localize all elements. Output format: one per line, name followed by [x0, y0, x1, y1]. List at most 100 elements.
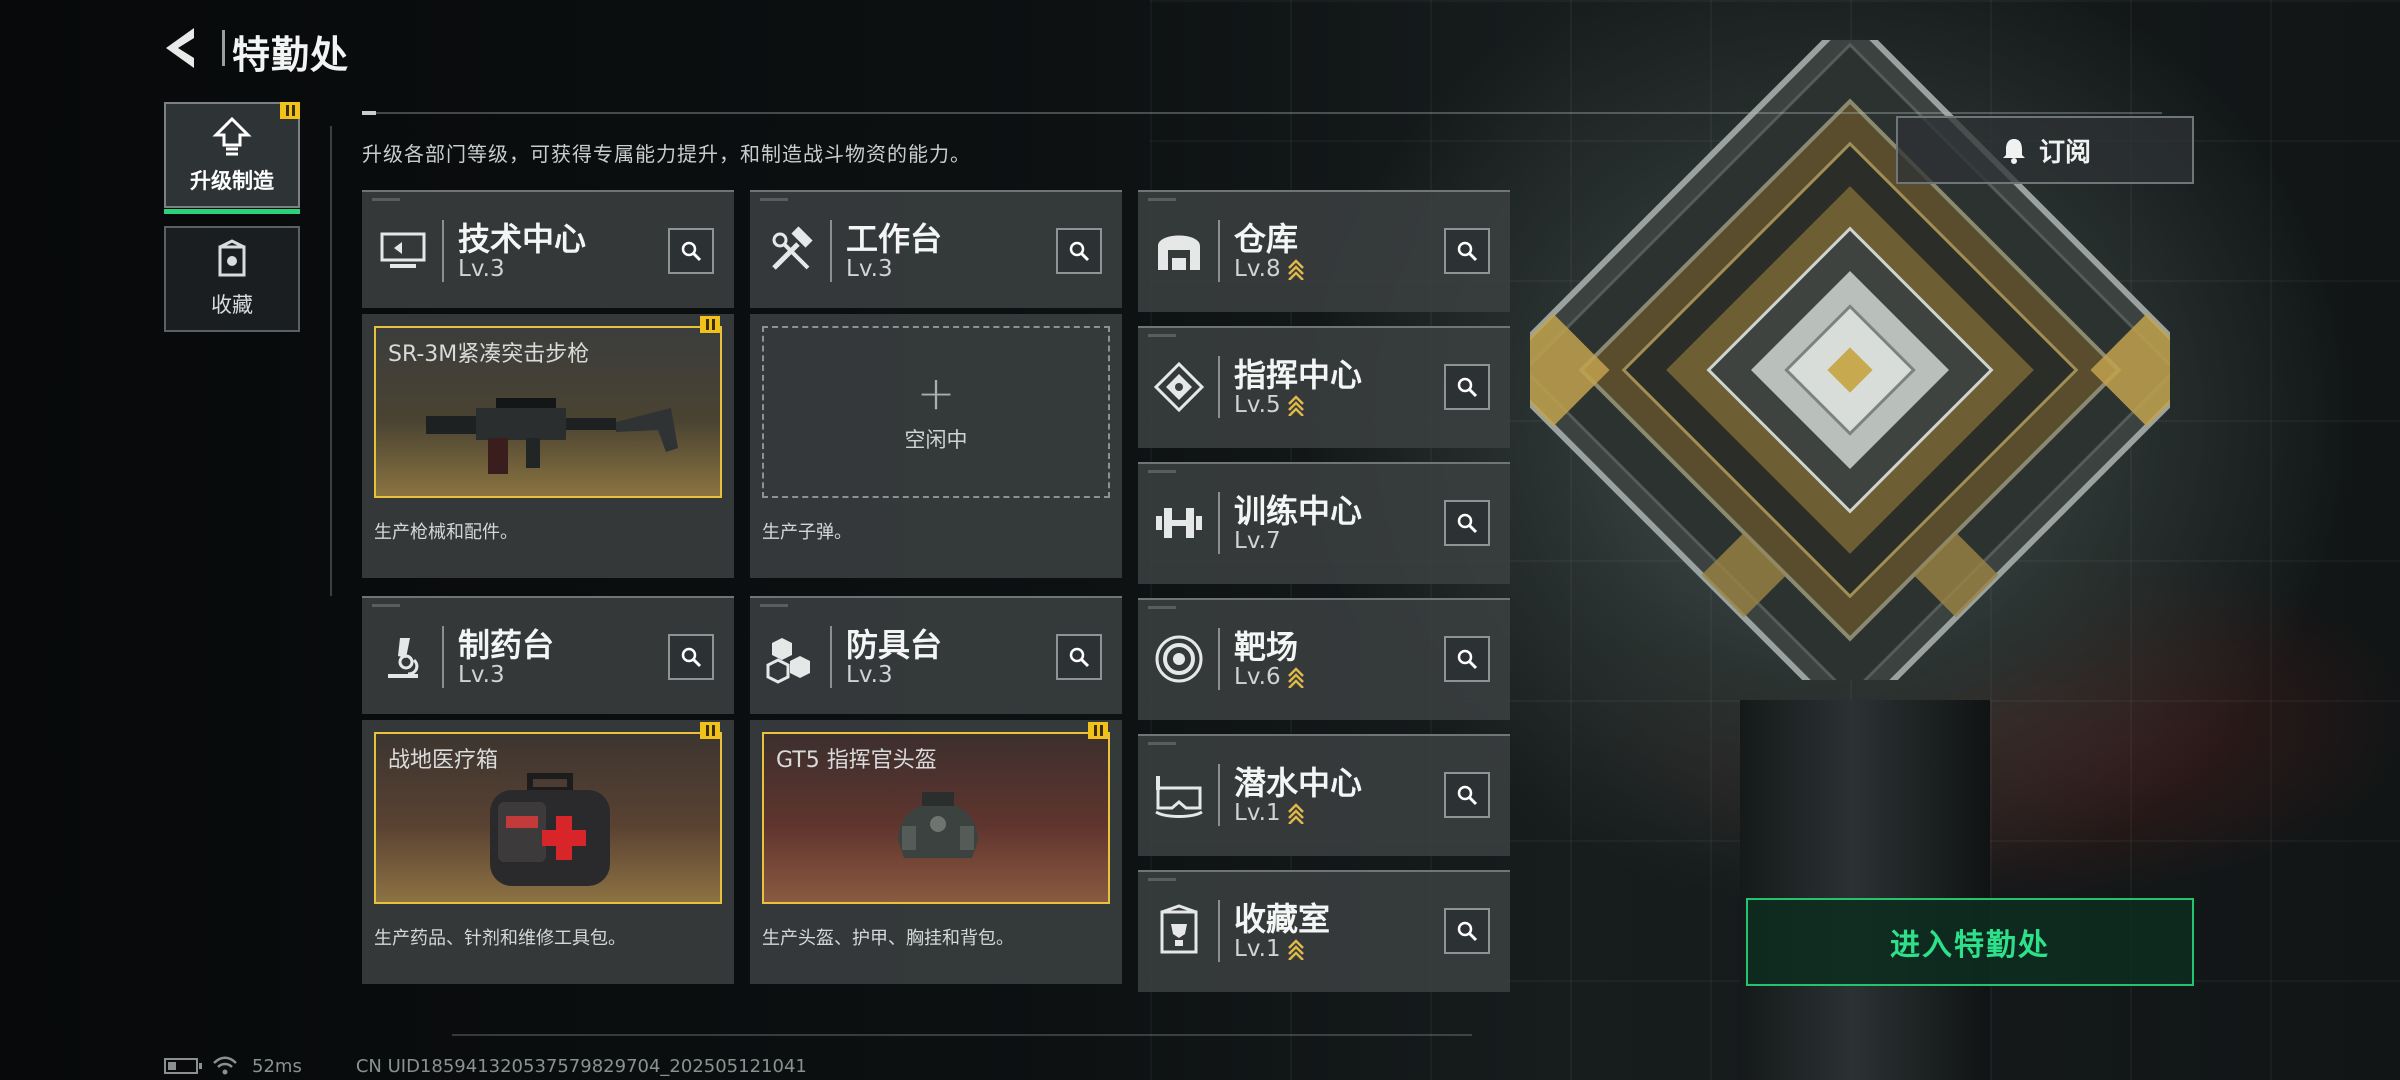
facility-name: 训练中心 [1234, 492, 1363, 530]
search-icon [1457, 785, 1478, 806]
facility-card-collection-room[interactable]: 收藏室 Lv.1 [1138, 870, 1510, 992]
level-text: Lv.3 [846, 662, 893, 688]
inspect-button[interactable] [1056, 634, 1102, 680]
facility-name: 靶场 [1234, 628, 1299, 666]
production-panel-workbench: + 空闲中 生产子弹。 [750, 314, 1122, 578]
card-header: 靶场 Lv.6 [1138, 600, 1510, 718]
cubes-icon [764, 630, 818, 684]
facility-name: 工作台 [846, 220, 943, 258]
search-icon [1457, 649, 1478, 670]
upgrade-available-icon [1287, 259, 1304, 280]
inspect-button[interactable] [1444, 228, 1490, 274]
search-icon [1069, 241, 1090, 262]
dumbbell-icon [1152, 496, 1206, 550]
bottom-divider [452, 1034, 1472, 1036]
back-button[interactable] [160, 24, 204, 72]
facility-card-workbench[interactable]: 工作台 Lv.3 [750, 190, 1122, 308]
page-title: 特勤处 [232, 33, 350, 77]
inspect-button[interactable] [1444, 500, 1490, 546]
subscribe-button[interactable]: 订阅 [1896, 116, 2194, 184]
icon-separator [1218, 764, 1220, 826]
facility-name: 收藏室 [1234, 900, 1331, 938]
search-icon [1457, 921, 1478, 942]
inspect-button[interactable] [668, 634, 714, 680]
command-icon [1152, 360, 1206, 414]
hammer-wrench-icon [764, 224, 818, 278]
level-text: Lv.3 [846, 256, 893, 282]
inspect-button[interactable] [1444, 908, 1490, 954]
facility-level: Lv.6 [1234, 664, 1305, 690]
facility-card-shooting-range[interactable]: 靶场 Lv.6 [1138, 598, 1510, 720]
card-header: 工作台 Lv.3 [750, 192, 1122, 310]
production-panel-armor-bench: GT5 指挥官头盔 生产头盔、护甲、胸挂和背包。 [750, 720, 1122, 984]
facility-card-diving-center[interactable]: 潜水中心 Lv.1 [1138, 734, 1510, 856]
level-text: Lv.1 [1234, 800, 1281, 826]
facility-card-pharmacy[interactable]: 制药台 Lv.3 [362, 596, 734, 714]
icon-separator [1218, 356, 1220, 418]
card-header: 潜水中心 Lv.1 [1138, 736, 1510, 854]
upgrade-available-icon [1287, 667, 1304, 688]
level-text: Lv.5 [1234, 392, 1281, 418]
search-icon [1069, 647, 1090, 668]
icon-separator [442, 220, 444, 282]
facility-level: Lv.8 [1234, 256, 1305, 282]
card-header: 制药台 Lv.3 [362, 598, 734, 716]
medkit-icon [490, 773, 610, 886]
production-slot[interactable]: 战地医疗箱 [374, 732, 722, 904]
facility-name: 制药台 [458, 626, 555, 664]
card-header: 防具台 Lv.3 [750, 598, 1122, 716]
tab-upgrade-craft-label: 升级制造 [190, 169, 274, 193]
icon-separator [1218, 900, 1220, 962]
level-text: Lv.7 [1234, 528, 1281, 554]
inspect-button[interactable] [1444, 364, 1490, 410]
facility-card-warehouse[interactable]: 仓库 Lv.8 [1138, 190, 1510, 312]
ping-text: 52ms [252, 1055, 302, 1077]
production-panel-pharmacy: 战地医疗箱 生产药品、针剂和维修工具包。 [362, 720, 734, 984]
facility-card-tech-center[interactable]: 技术中心 Lv.3 [362, 190, 734, 308]
facility-level: Lv.7 [1234, 528, 1281, 554]
facility-name: 指挥中心 [1234, 356, 1363, 394]
level-text: Lv.1 [1234, 936, 1281, 962]
target-icon [1152, 632, 1206, 686]
inspect-button[interactable] [1444, 636, 1490, 682]
facility-name: 技术中心 [458, 220, 587, 258]
facility-name: 防具台 [846, 626, 943, 664]
card-header: 训练中心 Lv.7 [1138, 464, 1510, 582]
icon-separator [442, 626, 444, 688]
notification-badge [280, 102, 300, 119]
user-id-text: CN UID185941320537579829704_202505121041 [355, 1055, 807, 1077]
page-description: 升级各部门等级，可获得专属能力提升，和制造战斗物资的能力。 [362, 142, 971, 166]
production-description: 生产药品、针剂和维修工具包。 [374, 928, 626, 949]
idle-label: 空闲中 [904, 428, 968, 452]
upgrade-icon [212, 116, 252, 156]
production-description: 生产枪械和配件。 [374, 522, 518, 543]
bell-icon [2002, 139, 2025, 164]
facility-level: Lv.1 [1234, 936, 1305, 962]
inspect-button[interactable] [668, 228, 714, 274]
upgrade-available-icon [1287, 395, 1304, 416]
production-slot[interactable]: GT5 指挥官头盔 [762, 732, 1110, 904]
tab-collection[interactable]: 收藏 [164, 226, 300, 332]
facility-card-armor-bench[interactable]: 防具台 Lv.3 [750, 596, 1122, 714]
facility-card-training-center[interactable]: 训练中心 Lv.7 [1138, 462, 1510, 584]
inspect-button[interactable] [1056, 228, 1102, 274]
rifle-icon [426, 398, 678, 474]
tab-collection-label: 收藏 [211, 293, 253, 317]
search-icon [681, 241, 702, 262]
facility-card-command-center[interactable]: 指挥中心 Lv.5 [1138, 326, 1510, 448]
top-divider [362, 111, 2162, 115]
inspect-button[interactable] [1444, 772, 1490, 818]
facility-name: 仓库 [1234, 220, 1299, 258]
enter-special-ops-button[interactable]: 进入特勤处 [1746, 898, 2194, 986]
tab-upgrade-craft[interactable]: 升级制造 [164, 102, 300, 214]
icon-separator [1218, 628, 1220, 690]
level-text: Lv.6 [1234, 664, 1281, 690]
card-header: 指挥中心 Lv.5 [1138, 328, 1510, 446]
level-text: Lv.8 [1234, 256, 1281, 282]
facility-level: Lv.5 [1234, 392, 1305, 418]
level-text: Lv.3 [458, 256, 505, 282]
search-icon [1457, 377, 1478, 398]
production-slot[interactable]: SR-3M紧凑突击步枪 [374, 326, 722, 498]
microscope-icon [376, 630, 430, 684]
empty-production-slot[interactable]: + 空闲中 [762, 326, 1110, 498]
